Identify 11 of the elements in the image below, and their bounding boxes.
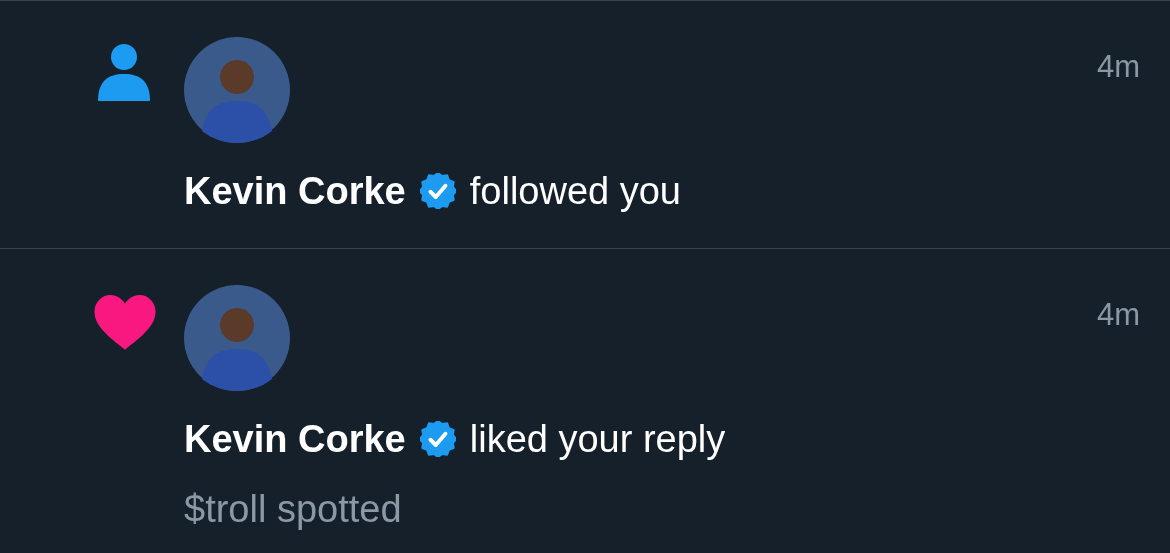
person-icon	[98, 43, 150, 101]
notification-text: followed you	[469, 169, 681, 213]
user-name[interactable]: Kevin Corke	[184, 417, 406, 461]
avatar[interactable]	[184, 285, 290, 391]
heart-icon	[94, 295, 156, 351]
timestamp: 4m	[1096, 297, 1140, 334]
timestamp: 4m	[1096, 49, 1140, 86]
user-name[interactable]: Kevin Corke	[184, 169, 406, 213]
reply-snippet: $troll spotted	[184, 487, 403, 532]
notification-text: liked your reply	[469, 417, 726, 461]
avatar[interactable]	[184, 37, 290, 143]
